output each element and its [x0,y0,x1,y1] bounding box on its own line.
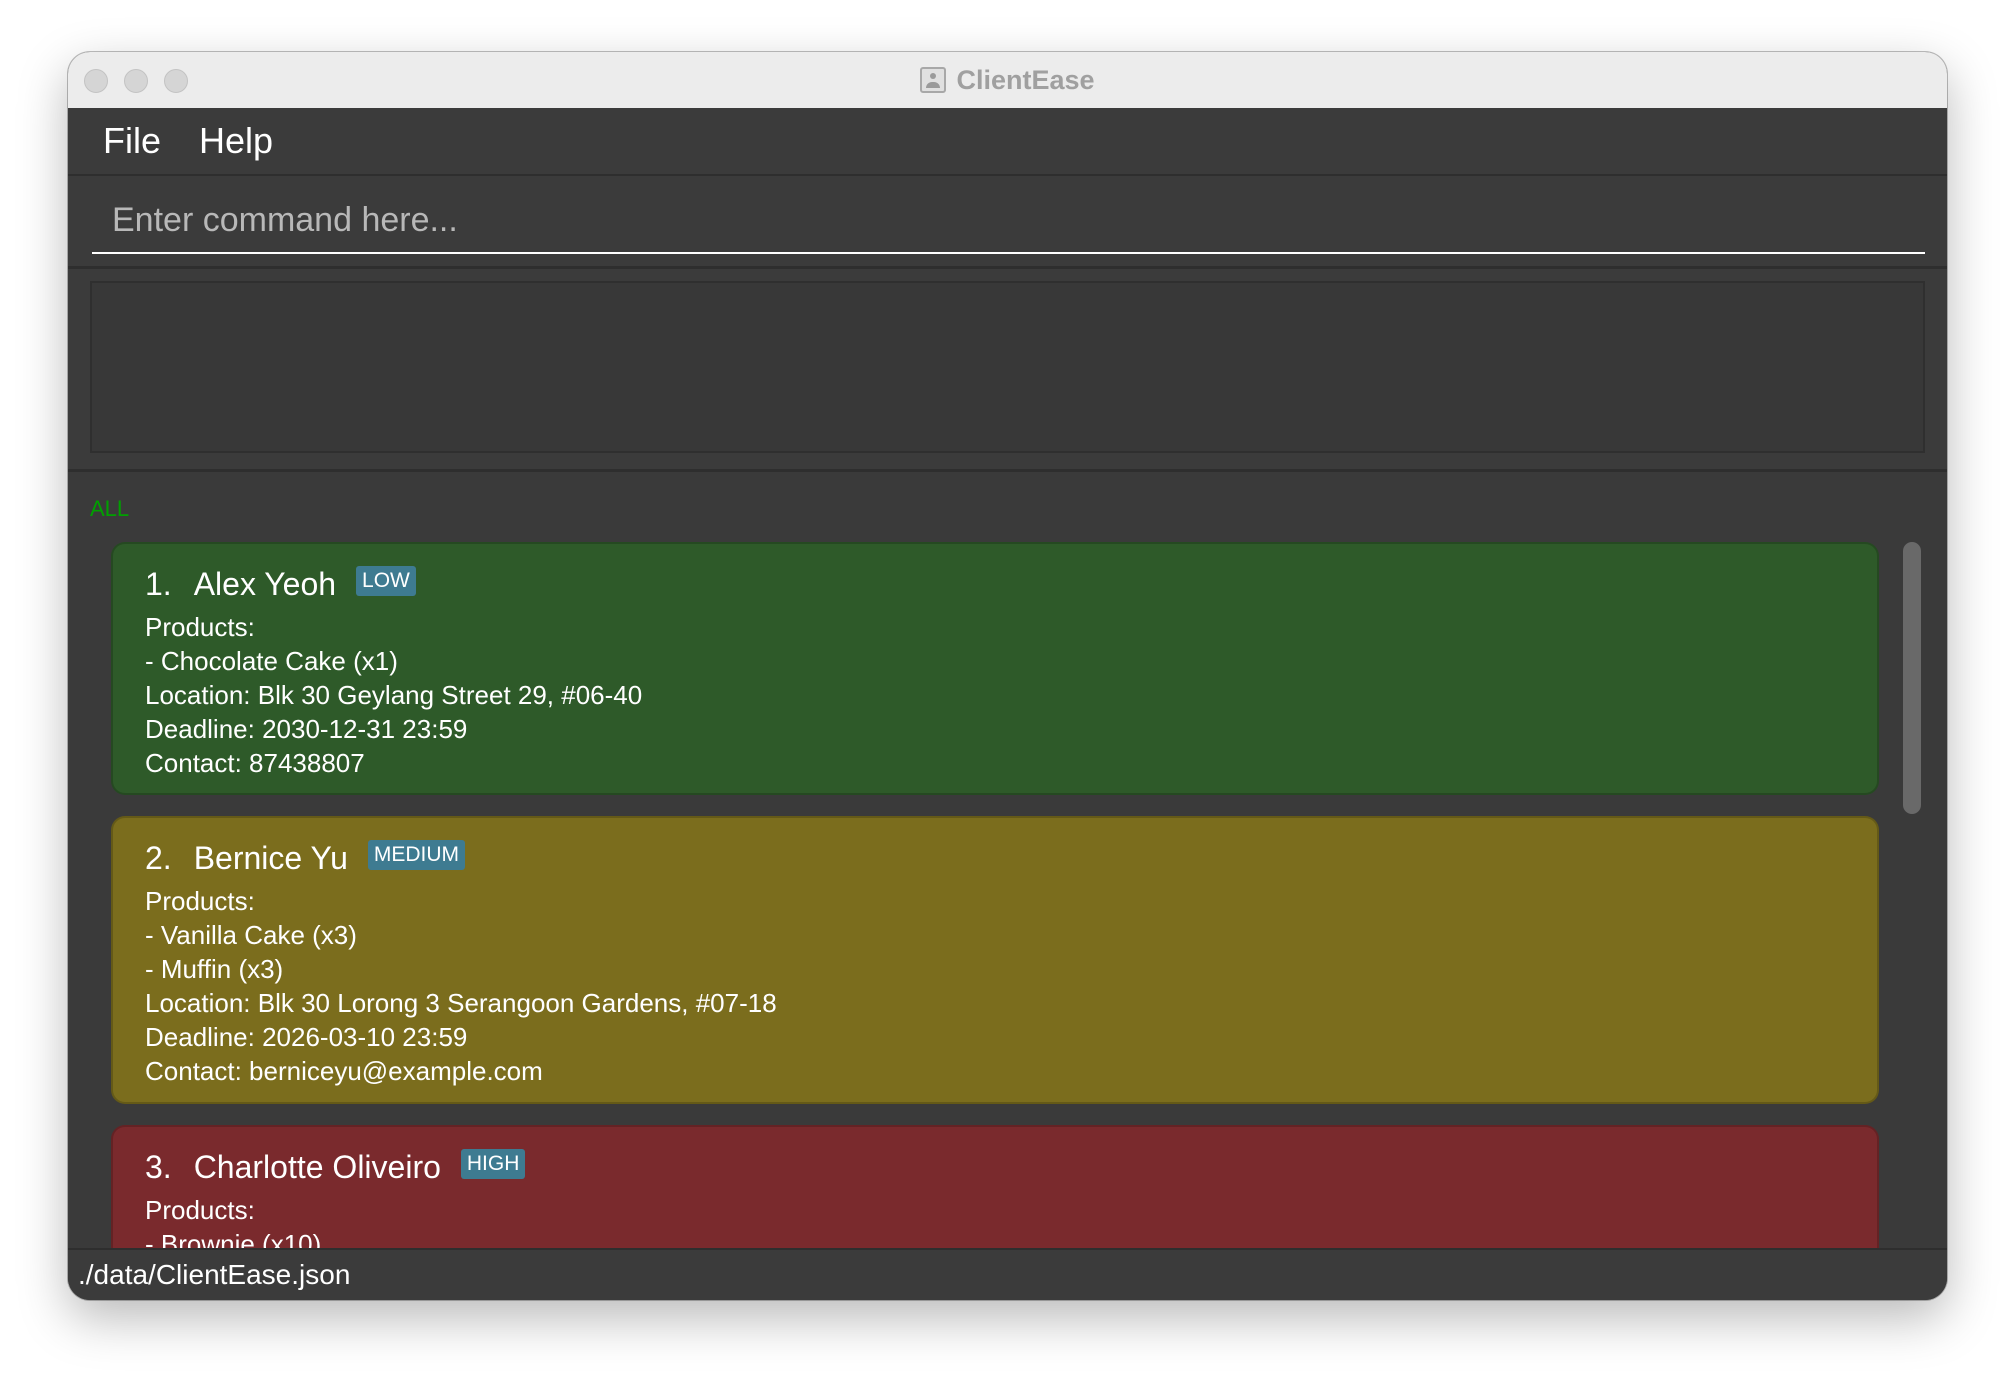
client-product-item: - Muffin (x3) [145,954,284,984]
client-card-header: 1. Alex Yeoh LOW [145,564,1845,604]
list-scrollbar[interactable] [1903,542,1921,814]
client-index: 3. [145,1148,172,1185]
priority-badge: HIGH [460,1149,526,1179]
priority-badge: MEDIUM [367,840,466,870]
client-deadline: Deadline: 2030-12-31 23:59 [145,714,468,744]
client-name: Bernice Yu [193,839,348,876]
client-product-item: - Vanilla Cake (x3) [145,920,357,950]
save-file-path: ./data/ClientEase.json [78,1259,351,1290]
title-wrap: ClientEase [68,52,1947,108]
client-index: 2. [145,839,172,876]
client-contact: Contact: berniceyu@example.com [145,1056,543,1086]
result-display [90,281,1925,453]
window-title: ClientEase [956,64,1095,95]
menu-file[interactable]: File [103,120,161,162]
filter-label: ALL [90,496,130,521]
client-card[interactable]: 1. Alex Yeoh LOW Products: - Chocolate C… [111,542,1879,795]
client-name: Charlotte Oliveiro [193,1148,441,1185]
app-icon [920,67,947,93]
client-deadline: Deadline: 2026-03-10 23:59 [145,1022,468,1052]
priority-badge: LOW [356,566,416,596]
app-window: ClientEase File Help ALL 1. Alex Yeoh LO… [68,52,1947,1300]
client-contact: Contact: 87438807 [145,748,365,778]
client-card-header: 2. Bernice Yu MEDIUM [145,838,1845,878]
client-card-header: 3. Charlotte Oliveiro HIGH [145,1147,1845,1187]
client-card[interactable]: 2. Bernice Yu MEDIUM Products: - Vanilla… [111,816,1879,1104]
menu-help[interactable]: Help [199,120,273,162]
client-index: 1. [145,565,172,602]
title-bar: ClientEase [68,52,1947,109]
client-products-label: Products: [145,1195,255,1225]
client-location: Location: Blk 30 Geylang Street 29, #06-… [145,680,643,710]
client-location: Location: Blk 30 Lorong 3 Serangoon Gard… [145,988,777,1018]
menu-bar: File Help [68,108,1947,176]
result-display-area [68,269,1947,472]
client-products-label: Products: [145,612,255,642]
client-products-label: Products: [145,886,255,916]
client-list[interactable]: 1. Alex Yeoh LOW Products: - Chocolate C… [68,542,1947,1300]
command-input[interactable] [92,188,1925,254]
client-product-item: - Chocolate Cake (x1) [145,646,398,676]
client-name: Alex Yeoh [193,565,337,602]
client-list-panel: ALL 1. Alex Yeoh LOW Products: - Chocola… [68,472,1947,1300]
command-box [68,176,1947,269]
status-bar: ./data/ClientEase.json [68,1248,1947,1300]
